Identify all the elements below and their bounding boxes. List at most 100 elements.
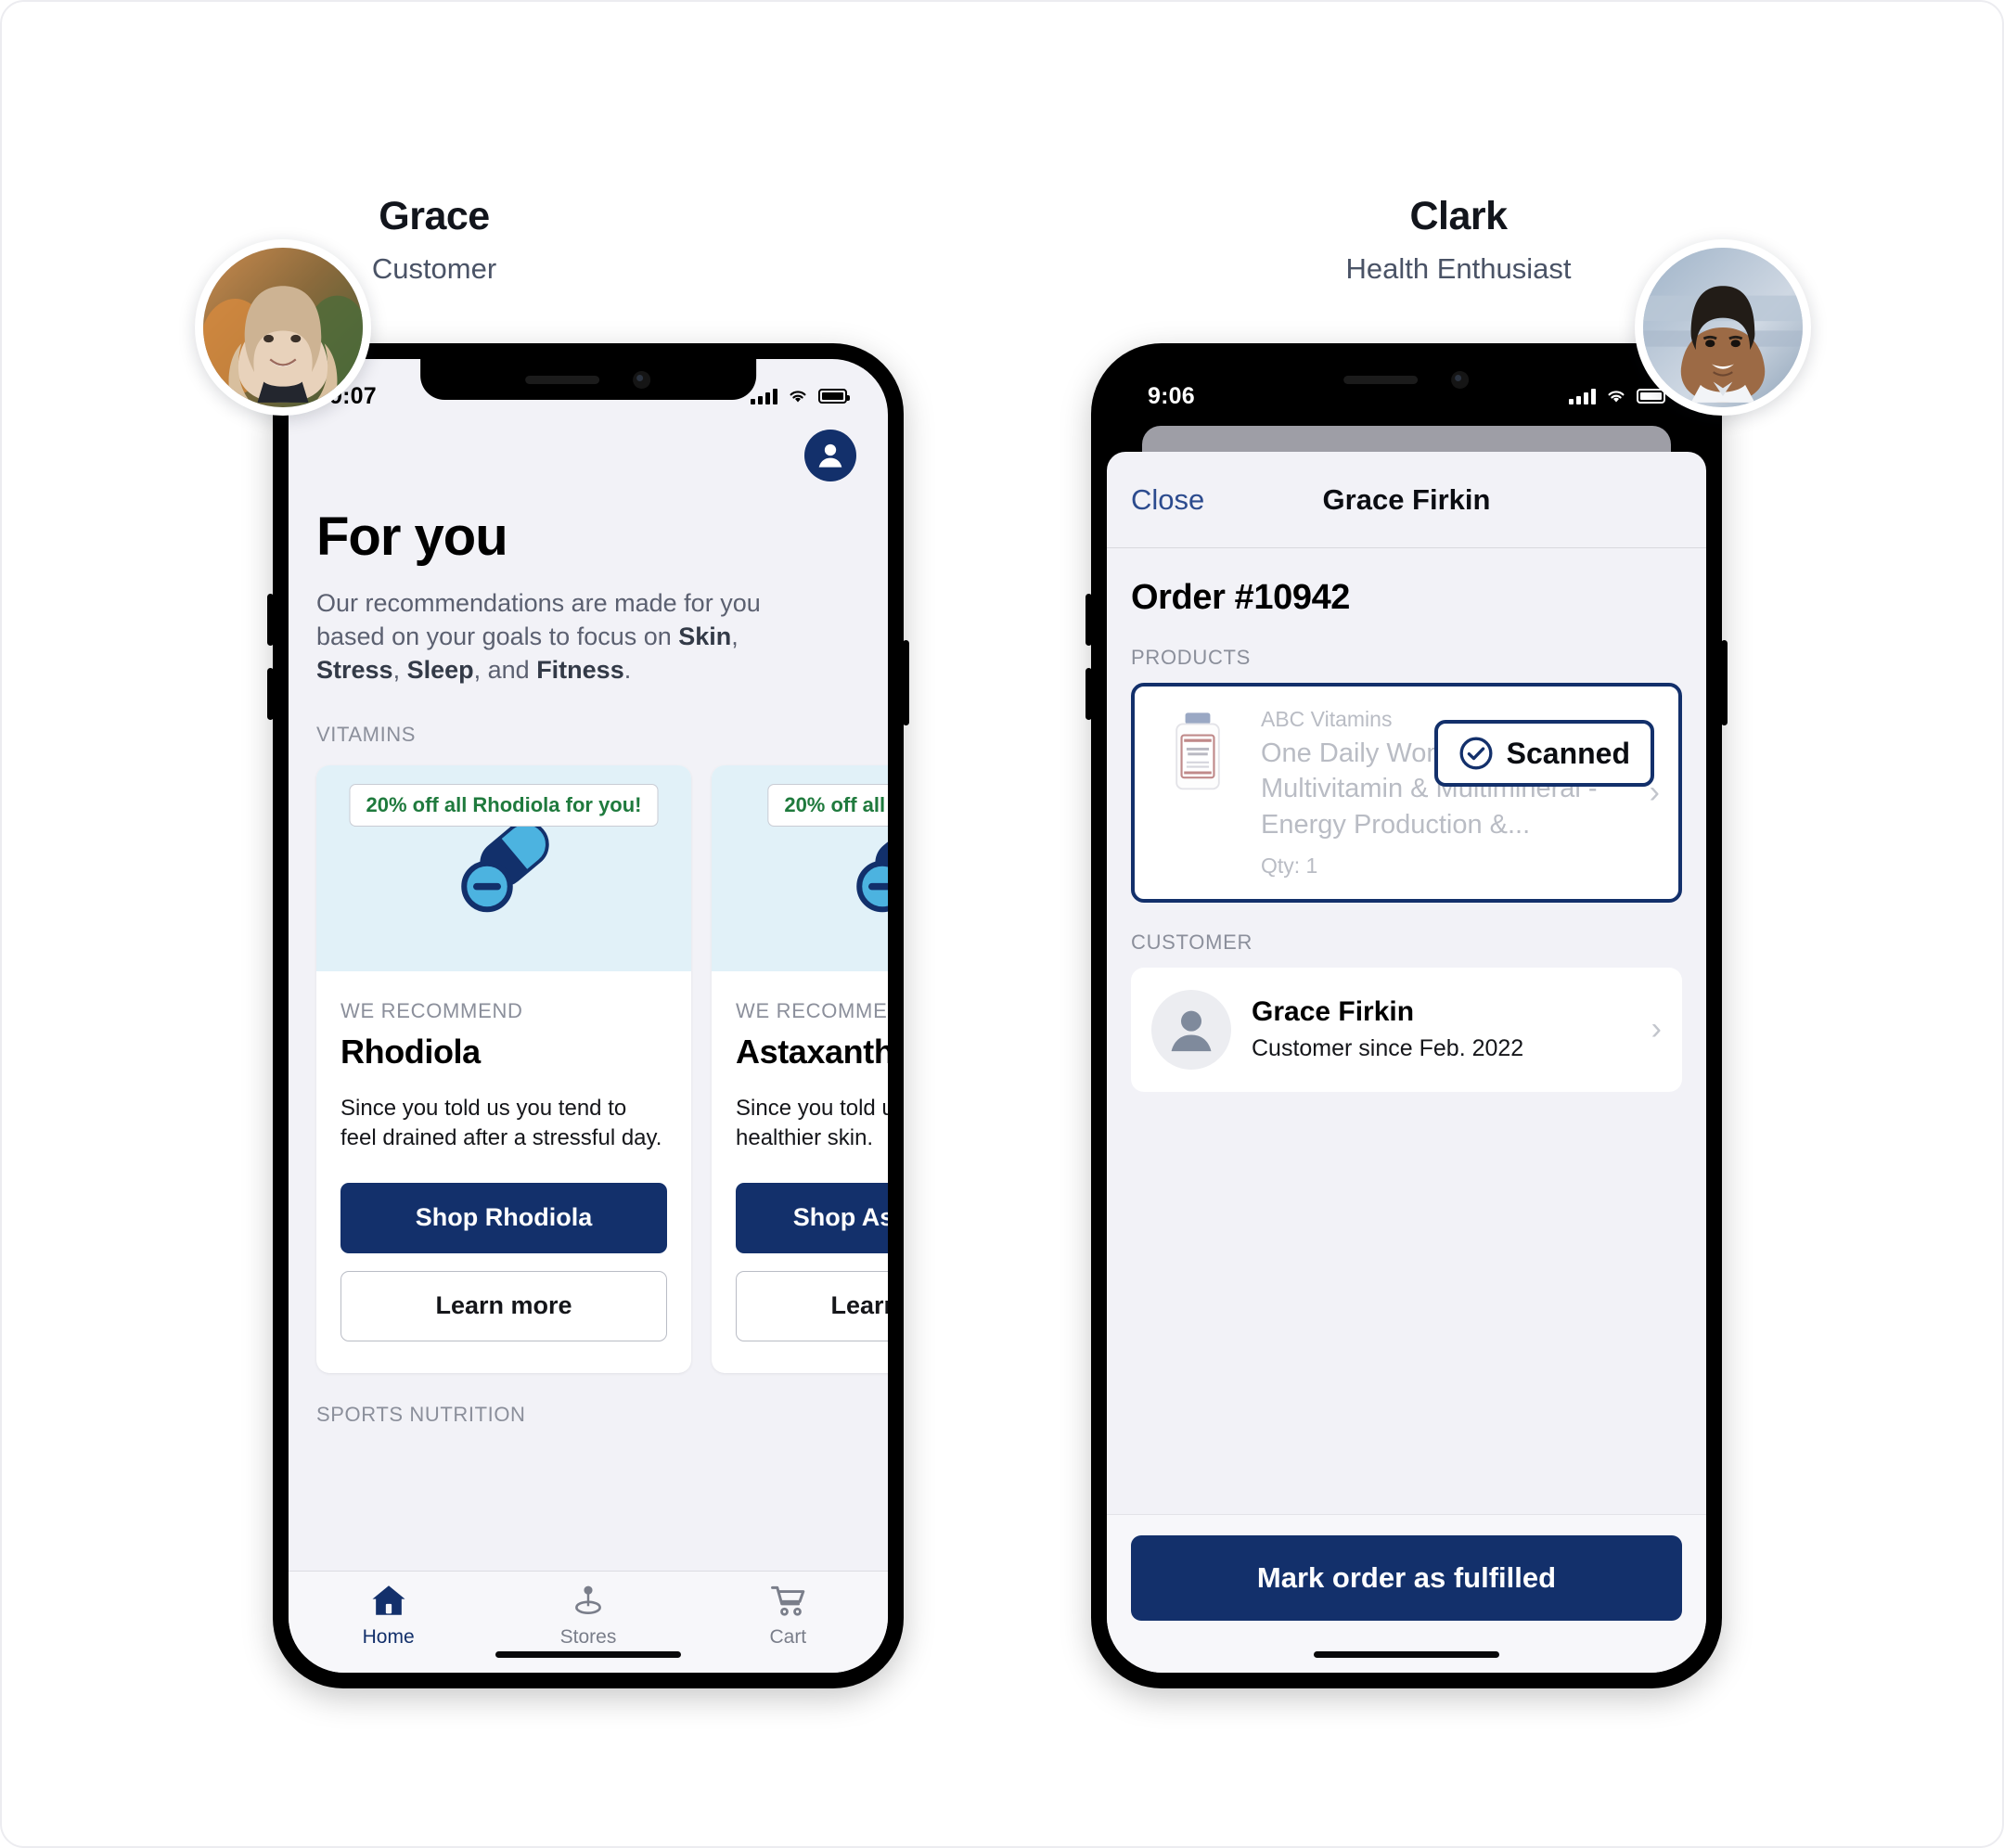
phone-right: 9:06 Close Grace Firkin Order #10942 PRO… xyxy=(1086,343,1728,1688)
mark-order-fulfilled-button[interactable]: Mark order as fulfilled xyxy=(1131,1535,1682,1621)
sheet-footer: Mark order as fulfilled xyxy=(1107,1514,1706,1673)
card-hero: 20% off all Rhodiola for you! xyxy=(316,764,691,971)
shop-astaxanthin-button[interactable]: Shop Astaxanthin xyxy=(736,1182,888,1253)
vitamin-bottle-icon xyxy=(1175,712,1220,790)
volume-button[interactable] xyxy=(1086,594,1092,646)
section-header-products: PRODUCTS xyxy=(1131,646,1252,669)
card-product-name: Astaxanthin xyxy=(736,1032,888,1071)
phone-notch xyxy=(1239,359,1574,400)
product-quantity: Qty: 1 xyxy=(1261,853,1318,878)
shopping-cart-icon xyxy=(771,1585,805,1616)
customer-info: Grace Firkin Customer since Feb. 2022 xyxy=(1252,996,1631,1062)
wifi-icon xyxy=(1608,391,1625,403)
vitamins-carousel[interactable]: 20% off all Rhodiola for you! WE RECOMME… xyxy=(289,747,888,1373)
intro-sep1: , xyxy=(731,622,739,651)
person-avatar-icon xyxy=(1171,1010,1212,1051)
account-glyph xyxy=(818,443,842,468)
tab-label: Stores xyxy=(559,1626,617,1648)
earpiece-speaker xyxy=(525,375,600,384)
order-detail-sheet: Close Grace Firkin Order #10942 PRODUCTS xyxy=(1107,452,1706,1673)
home-icon xyxy=(372,1585,405,1615)
learn-more-button[interactable]: Learn more xyxy=(736,1270,888,1341)
intro-goal-stress: Stress xyxy=(316,656,393,685)
intro-goal-sleep: Sleep xyxy=(406,656,474,685)
account-circle-icon[interactable] xyxy=(804,430,856,481)
location-pin-icon xyxy=(575,1585,601,1614)
tab-cart[interactable]: Cart xyxy=(688,1572,888,1673)
card-hero: 20% off all Astaxanthin! xyxy=(712,764,888,971)
product-thumbnail xyxy=(1153,707,1242,796)
chevron-right-icon: › xyxy=(1651,1011,1662,1047)
modal-stack: Close Grace Firkin Order #10942 PRODUCTS xyxy=(1107,417,1706,1673)
order-detail-body: Order #10942 PRODUCTS ABC Vitamins One D… xyxy=(1107,548,1706,1514)
front-camera xyxy=(633,370,651,389)
wifi-icon xyxy=(790,391,806,403)
cellular-bars-icon xyxy=(1569,388,1596,404)
status-time: 9:06 xyxy=(1148,382,1195,409)
screenshot-canvas: Grace Customer Clark Health Enthusiast 9… xyxy=(0,0,2004,1848)
persona-name: Grace xyxy=(379,194,490,238)
product-card-rhodiola[interactable]: 20% off all Rhodiola for you! WE RECOMME… xyxy=(316,764,691,1373)
phone-left-screen: 9:07 For you Our recommendations are mad… xyxy=(289,359,888,1673)
scanned-label: Scanned xyxy=(1506,736,1630,770)
front-camera xyxy=(1451,370,1470,389)
intro-sep3: , and xyxy=(473,656,537,685)
product-row[interactable]: ABC Vitamins One Daily Women's Multivita… xyxy=(1131,683,1682,903)
section-header-vitamins: VITAMINS xyxy=(316,722,417,746)
home-indicator xyxy=(495,1651,681,1658)
persona-label-clark: Clark Health Enthusiast xyxy=(1264,194,1653,286)
customer-since: Customer since Feb. 2022 xyxy=(1252,1035,1524,1062)
volume-button[interactable] xyxy=(1086,668,1092,720)
intro-end: . xyxy=(623,656,632,685)
avatar-grace xyxy=(195,239,371,416)
persona-role: Health Enthusiast xyxy=(1345,252,1572,286)
tab-home[interactable]: Home xyxy=(289,1572,488,1673)
persona-name: Clark xyxy=(1409,194,1508,238)
page-title: For you xyxy=(316,507,508,567)
intro-goal-fitness: Fitness xyxy=(536,656,624,685)
check-circle-icon xyxy=(1459,737,1493,770)
capsule-pills-icon xyxy=(856,820,888,912)
avatar xyxy=(1151,989,1231,1070)
section-header-customer: CUSTOMER xyxy=(1131,930,1253,954)
intro-sep2: , xyxy=(392,656,407,685)
learn-more-button[interactable]: Learn more xyxy=(340,1270,667,1341)
intro-goal-skin: Skin xyxy=(678,622,732,651)
woman-photo-avatar-icon xyxy=(203,248,363,407)
avatar-clark xyxy=(1635,239,1811,416)
status-badge-scanned: Scanned xyxy=(1433,720,1654,787)
tab-label: Cart xyxy=(769,1626,807,1648)
card-kicker: WE RECOMMEND xyxy=(736,998,888,1022)
man-photo-avatar-icon xyxy=(1643,248,1803,407)
volume-button[interactable] xyxy=(267,594,274,646)
promo-badge: 20% off all Rhodiola for you! xyxy=(349,783,659,827)
card-product-name: Rhodiola xyxy=(340,1032,481,1071)
card-description: Since you told us you want healthier ski… xyxy=(736,1095,888,1150)
shop-rhodiola-button[interactable]: Shop Rhodiola xyxy=(340,1182,667,1253)
page-intro: Our recommendations are made for you bas… xyxy=(289,568,845,687)
card-description: Since you told us you tend to feel drain… xyxy=(340,1095,662,1150)
capsule-pills-icon xyxy=(461,820,549,912)
card-body: WE RECOMMEND Astaxanthin Since you told … xyxy=(712,971,888,1373)
card-body: WE RECOMMEND Rhodiola Since you told us … xyxy=(316,971,691,1373)
section-header-sports-nutrition: SPORTS NUTRITION xyxy=(316,1402,526,1426)
phone-left: 9:07 For you Our recommendations are mad… xyxy=(267,343,909,1688)
power-button[interactable] xyxy=(903,640,909,725)
phone-notch xyxy=(420,359,756,400)
earpiece-speaker xyxy=(1343,375,1419,384)
cellular-bars-icon xyxy=(751,388,777,404)
power-button[interactable] xyxy=(1721,640,1728,725)
battery-full-icon xyxy=(818,389,850,404)
tab-label: Home xyxy=(362,1626,415,1648)
volume-button[interactable] xyxy=(267,668,274,720)
order-number: Order #10942 xyxy=(1131,578,1351,617)
card-kicker: WE RECOMMEND xyxy=(340,998,523,1022)
left-scroll-area[interactable]: For you Our recommendations are made for… xyxy=(289,417,888,1571)
home-indicator xyxy=(1314,1651,1499,1658)
customer-row[interactable]: Grace Firkin Customer since Feb. 2022 › xyxy=(1131,967,1682,1092)
status-icons xyxy=(751,388,850,404)
product-card-astaxanthin[interactable]: 20% off all Astaxanthin! xyxy=(712,764,888,1373)
phone-right-screen: 9:06 Close Grace Firkin Order #10942 PRO… xyxy=(1107,359,1706,1673)
status-icons xyxy=(1569,388,1668,404)
modal-navbar: Close Grace Firkin xyxy=(1107,452,1706,548)
